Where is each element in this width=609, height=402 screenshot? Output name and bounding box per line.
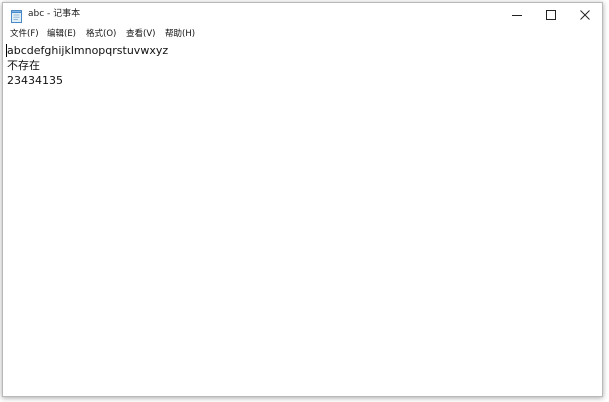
document-content[interactable]: abcdefghijklmnopqrstuvwxyz 不存在 23434135 [7,43,168,88]
desktop-background: abc - 记事本 文件(F) 编辑(E) 格式(O) 查看(V) 帮助(H) … [0,0,609,402]
menu-bar: 文件(F) 编辑(E) 格式(O) 查看(V) 帮助(H) [3,27,602,41]
document-line: 不存在 [7,59,40,72]
menu-edit[interactable]: 编辑(E) [47,28,76,40]
title-bar[interactable]: abc - 记事本 [3,3,602,27]
close-button[interactable] [568,3,602,27]
close-icon [580,10,590,20]
minimize-icon [512,15,522,16]
document-line: abcdefghijklmnopqrstuvwxyz [7,44,169,57]
menu-format[interactable]: 格式(O) [86,28,116,40]
notepad-icon[interactable] [11,8,22,23]
maximize-button[interactable] [534,3,568,27]
menu-file[interactable]: 文件(F) [10,28,39,40]
document-line: 23434135 [7,74,63,87]
notepad-window: abc - 记事本 文件(F) 编辑(E) 格式(O) 查看(V) 帮助(H) … [2,2,603,397]
maximize-icon [546,10,556,20]
menu-help[interactable]: 帮助(H) [165,28,195,40]
menu-view[interactable]: 查看(V) [126,28,155,40]
window-title: abc - 记事本 [28,9,81,19]
text-editor[interactable]: abcdefghijklmnopqrstuvwxyz 不存在 23434135 [3,41,602,396]
minimize-button[interactable] [500,3,534,27]
